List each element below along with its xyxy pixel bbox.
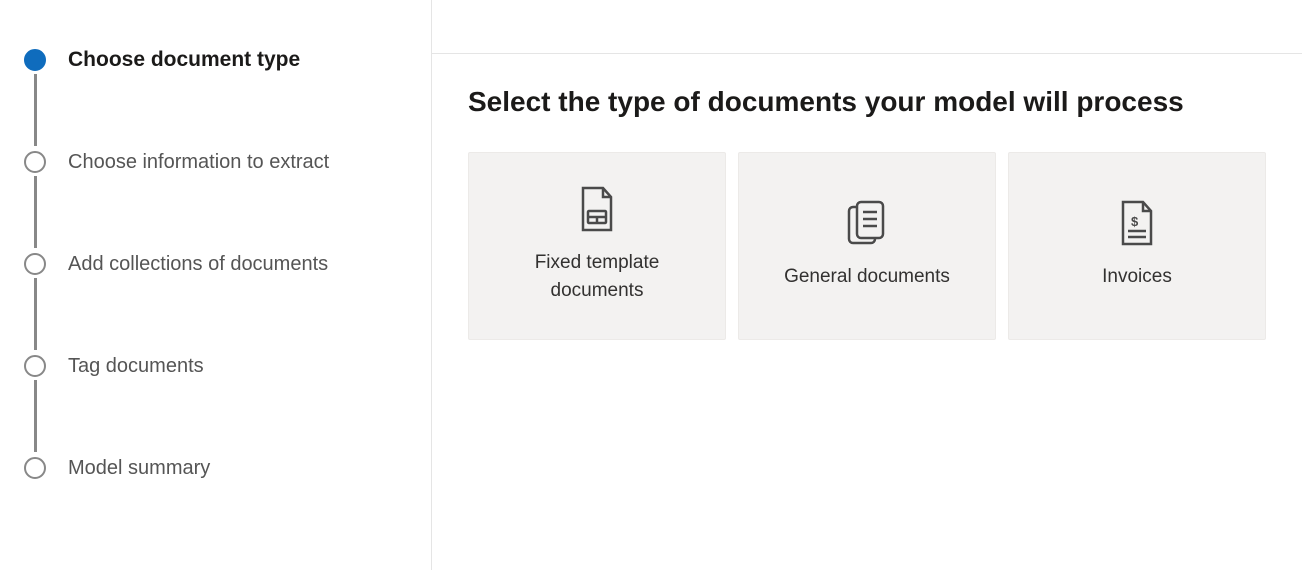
step-connector bbox=[34, 380, 37, 452]
topbar bbox=[432, 0, 1302, 54]
step-choose-document-type[interactable]: Choose document type bbox=[24, 44, 407, 76]
card-general-documents[interactable]: General documents bbox=[738, 152, 996, 340]
page-layout: Choose document type Choose information … bbox=[0, 0, 1302, 570]
wizard-step-sidebar: Choose document type Choose information … bbox=[0, 0, 431, 570]
card-label: Invoices bbox=[1084, 263, 1190, 292]
step-indicator-icon bbox=[24, 457, 46, 479]
wizard-steps-list: Choose document type Choose information … bbox=[24, 44, 407, 484]
step-indicator-icon bbox=[24, 151, 46, 173]
document-type-cards: Fixed template documents General documen… bbox=[468, 152, 1266, 340]
step-model-summary[interactable]: Model summary bbox=[24, 452, 407, 484]
template-document-icon bbox=[575, 187, 619, 231]
step-label: Choose document type bbox=[68, 48, 300, 72]
general-document-icon bbox=[845, 201, 889, 245]
step-choose-information-to-extract[interactable]: Choose information to extract bbox=[24, 146, 407, 178]
step-indicator-icon bbox=[24, 355, 46, 377]
step-label: Choose information to extract bbox=[68, 151, 329, 174]
step-connector bbox=[34, 74, 37, 146]
main-panel: Select the type of documents your model … bbox=[431, 0, 1302, 570]
step-label: Model summary bbox=[68, 457, 210, 480]
card-fixed-template-documents[interactable]: Fixed template documents bbox=[468, 152, 726, 340]
step-connector bbox=[34, 176, 37, 248]
step-indicator-icon bbox=[24, 49, 46, 71]
card-invoices[interactable]: $ Invoices bbox=[1008, 152, 1266, 340]
content-area: Select the type of documents your model … bbox=[432, 54, 1302, 372]
svg-text:$: $ bbox=[1131, 214, 1139, 229]
step-label: Add collections of documents bbox=[68, 253, 328, 276]
card-label: General documents bbox=[766, 263, 968, 292]
step-tag-documents[interactable]: Tag documents bbox=[24, 350, 407, 382]
card-label: Fixed template documents bbox=[469, 249, 725, 306]
step-indicator-icon bbox=[24, 253, 46, 275]
step-label: Tag documents bbox=[68, 355, 204, 378]
step-add-collections-of-documents[interactable]: Add collections of documents bbox=[24, 248, 407, 280]
page-title: Select the type of documents your model … bbox=[468, 86, 1266, 118]
invoice-document-icon: $ bbox=[1115, 201, 1159, 245]
step-connector bbox=[34, 278, 37, 350]
